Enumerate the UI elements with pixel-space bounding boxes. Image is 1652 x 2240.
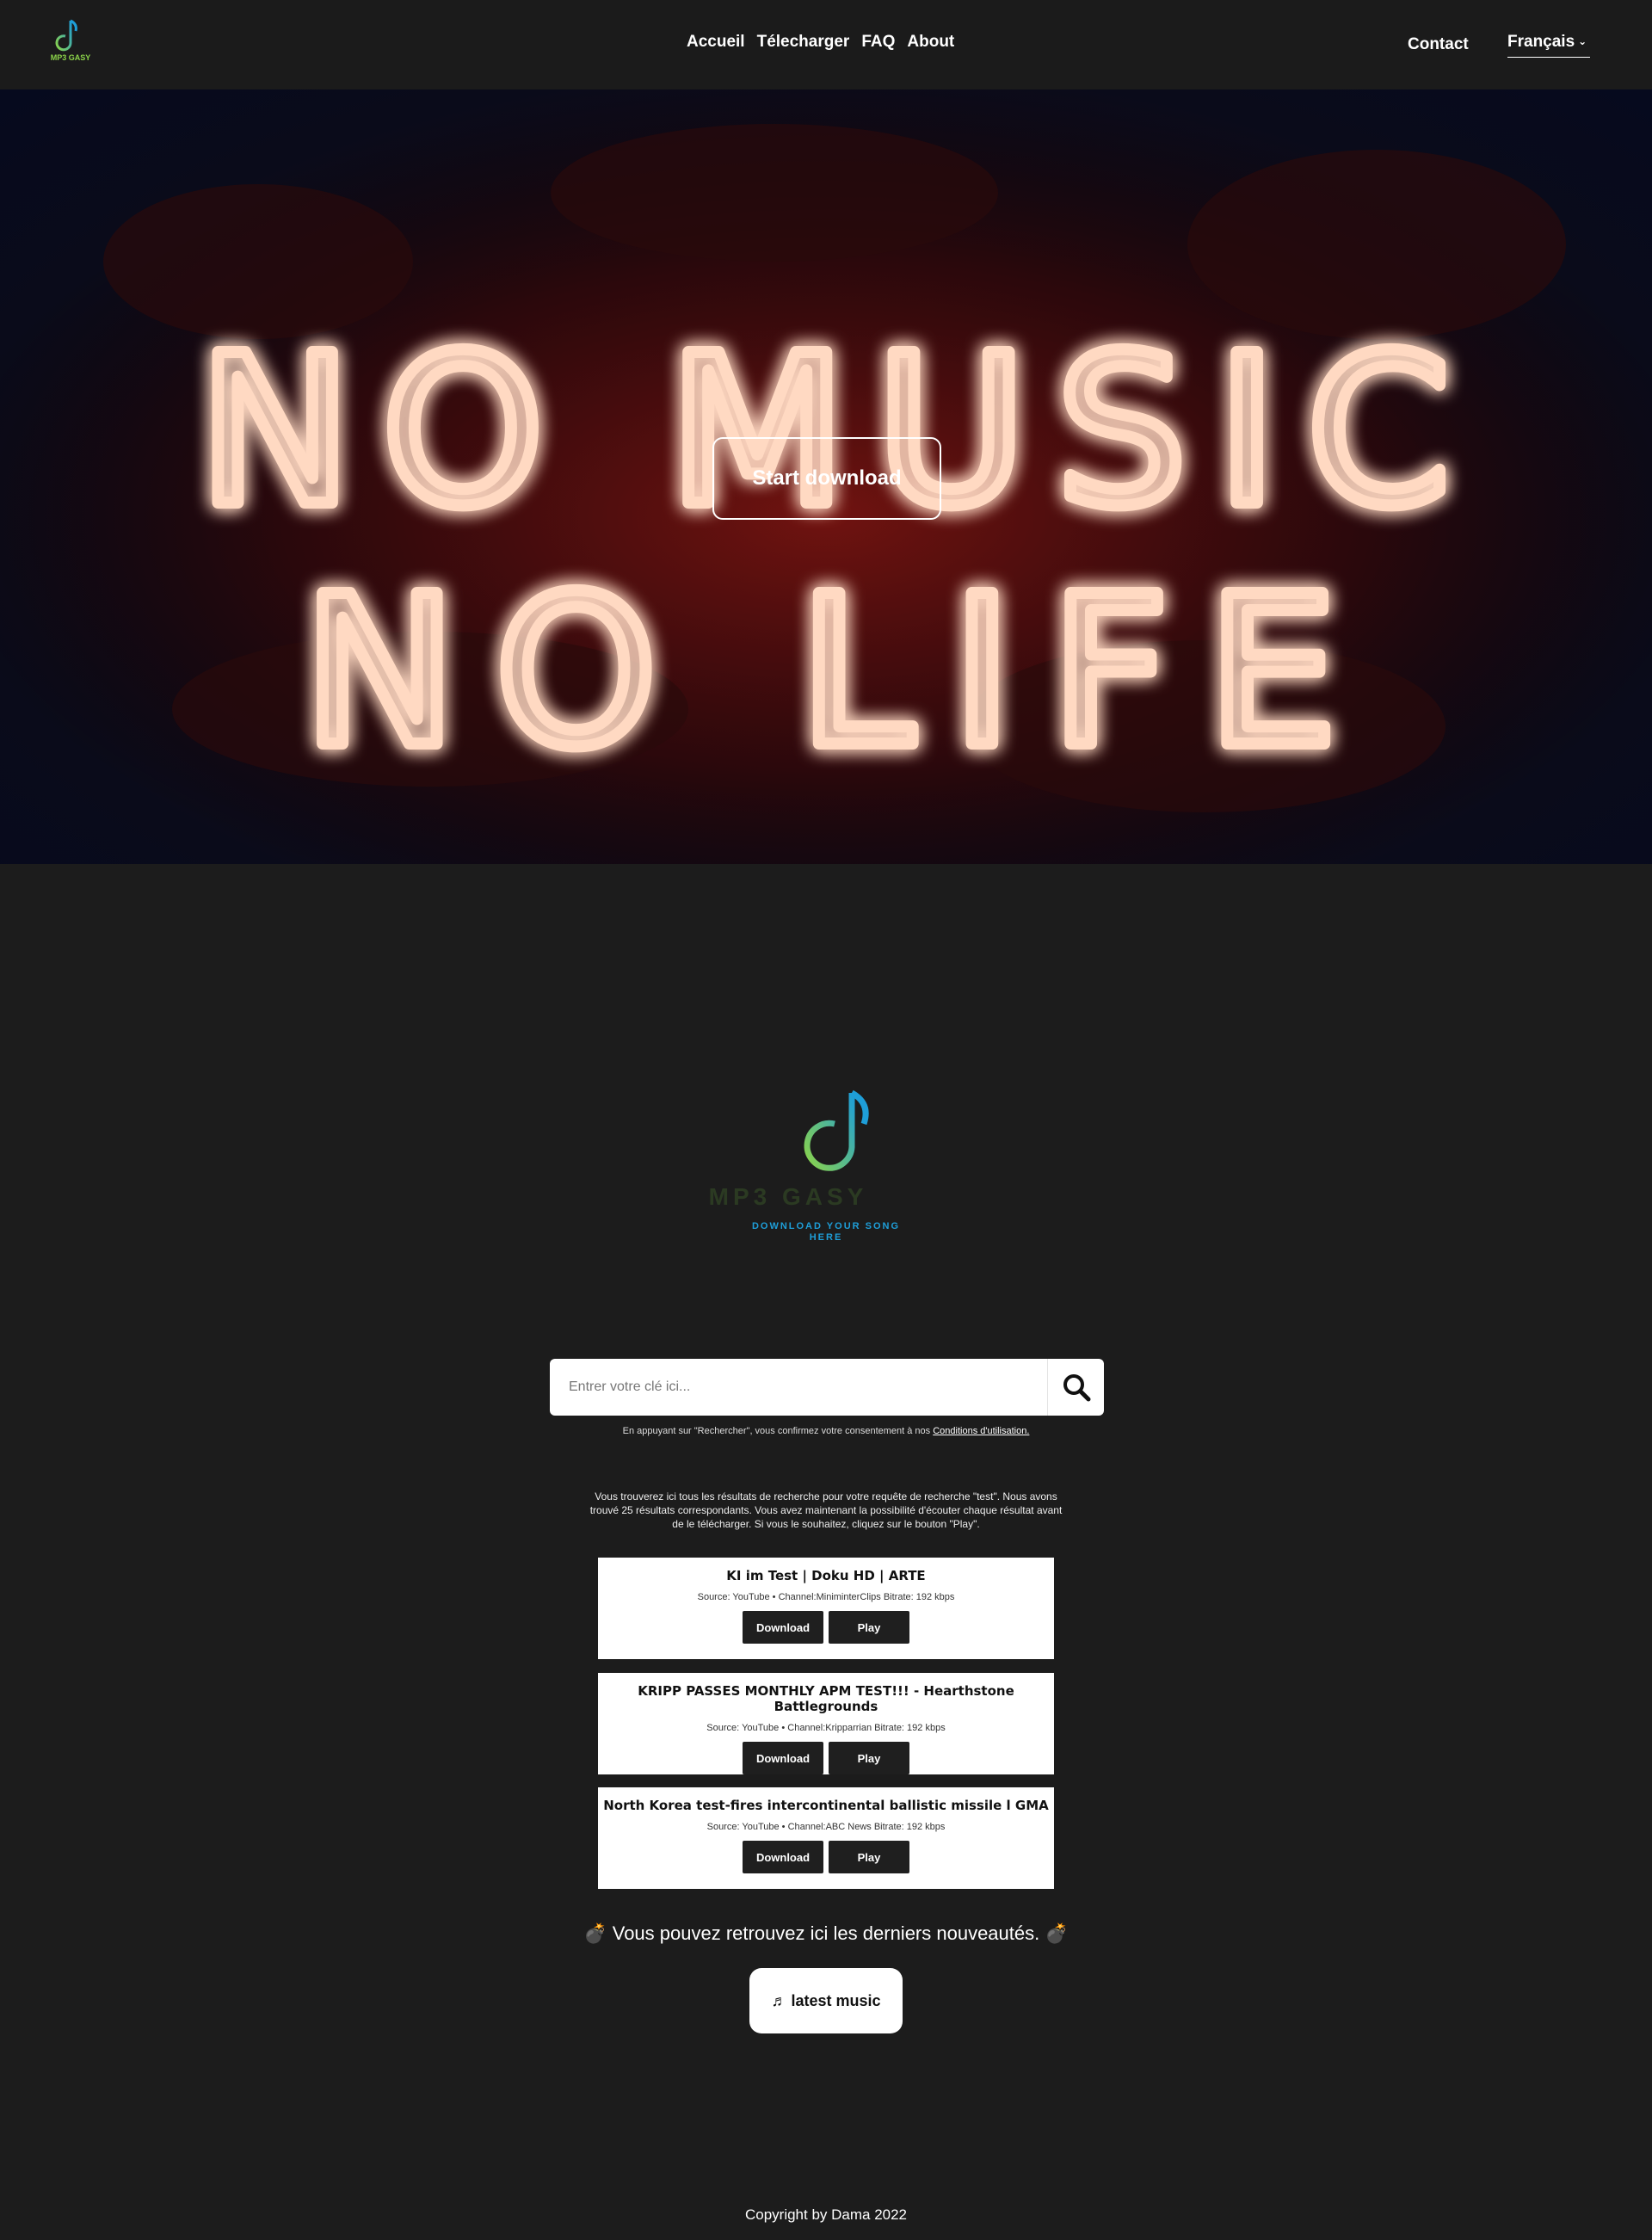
search-input[interactable] bbox=[550, 1359, 1047, 1416]
terms-link[interactable]: Conditions d'utilisation. bbox=[933, 1426, 1029, 1436]
top-navbar: MP3 GASY Accueil Télecharger FAQ About C… bbox=[0, 0, 1652, 89]
music-note-icon: ♬ bbox=[771, 1991, 787, 2009]
consent-text: En appuyant sur "Rechercher", vous confi… bbox=[622, 1426, 934, 1436]
nav-link-accueil[interactable]: Accueil bbox=[687, 33, 745, 52]
play-button[interactable]: Play bbox=[829, 1742, 909, 1774]
latest-news-text: Vous pouvez retrouvez ici les derniers n… bbox=[612, 1922, 1040, 1944]
bomb-icon: 💣 bbox=[1045, 1922, 1069, 1944]
latest-music-button[interactable]: ♬ latest music bbox=[749, 1968, 903, 2033]
nav-link-faq[interactable]: FAQ bbox=[861, 33, 895, 52]
mp3-gasy-large-logo-icon: MP3 GASY DOWNLOAD YOUR SONG HERE bbox=[709, 1089, 900, 1243]
download-button[interactable]: Download bbox=[743, 1742, 823, 1774]
search-icon bbox=[1063, 1374, 1090, 1402]
main-nav: Accueil Télecharger FAQ About bbox=[687, 33, 954, 52]
result-title: KI im Test | Doku HD | ARTE bbox=[726, 1568, 926, 1583]
logo-tagline-1: DOWNLOAD YOUR SONG bbox=[752, 1221, 900, 1231]
latest-music-label: latest music bbox=[791, 1991, 881, 2009]
result-title: North Korea test-fires intercontinental … bbox=[603, 1798, 1049, 1813]
download-button[interactable]: Download bbox=[743, 1841, 823, 1873]
play-button[interactable]: Play bbox=[829, 1611, 909, 1644]
results-intro: Vous trouverez ici tous les résultats de… bbox=[589, 1490, 1063, 1530]
result-card: KI im Test | Doku HD | ARTE Source: YouT… bbox=[598, 1558, 1054, 1659]
result-meta: Source: YouTube • Channel:MiniminterClip… bbox=[697, 1592, 955, 1602]
mp3-gasy-logo-icon[interactable]: MP3 GASY bbox=[40, 17, 102, 69]
bomb-icon: 💣 bbox=[583, 1922, 607, 1944]
search-button[interactable] bbox=[1047, 1359, 1104, 1416]
play-button[interactable]: Play bbox=[829, 1841, 909, 1873]
result-card: KRIPP PASSES MONTHLY APM TEST!!! - Heart… bbox=[598, 1673, 1054, 1774]
nav-logo-text: MP3 GASY bbox=[51, 53, 91, 62]
logo-tagline-2: HERE bbox=[810, 1232, 843, 1243]
nav-link-about[interactable]: About bbox=[907, 33, 954, 52]
language-selector[interactable]: Français ⌄ bbox=[1507, 33, 1591, 58]
neon-line-2: NO LIFE bbox=[303, 552, 1376, 793]
nav-link-contact[interactable]: Contact bbox=[1408, 35, 1469, 54]
language-label: Français bbox=[1507, 33, 1575, 51]
result-meta: Source: YouTube • Channel:ABC News Bitra… bbox=[706, 1822, 946, 1832]
logo-name: MP3 GASY bbox=[709, 1183, 868, 1210]
latest-news-line: 💣 Vous pouvez retrouvez ici les derniers… bbox=[0, 1922, 1652, 1945]
search-bar bbox=[550, 1359, 1104, 1416]
footer-copyright: Copyright by Dama 2022 bbox=[744, 2206, 908, 2223]
download-button[interactable]: Download bbox=[743, 1611, 823, 1644]
chevron-down-icon: ⌄ bbox=[1578, 35, 1587, 47]
hero-banner: NO MUSIC NO LIFE Start download bbox=[0, 89, 1652, 864]
start-download-button[interactable]: Start download bbox=[712, 437, 941, 520]
result-title: KRIPP PASSES MONTHLY APM TEST!!! - Heart… bbox=[638, 1683, 1014, 1714]
result-meta: Source: YouTube • Channel:Kripparrian Bi… bbox=[706, 1723, 946, 1733]
consent-notice: En appuyant sur "Rechercher", vous confi… bbox=[0, 1426, 1652, 1436]
nav-link-telecharger[interactable]: Télecharger bbox=[757, 33, 850, 52]
result-card: North Korea test-fires intercontinental … bbox=[598, 1787, 1054, 1889]
